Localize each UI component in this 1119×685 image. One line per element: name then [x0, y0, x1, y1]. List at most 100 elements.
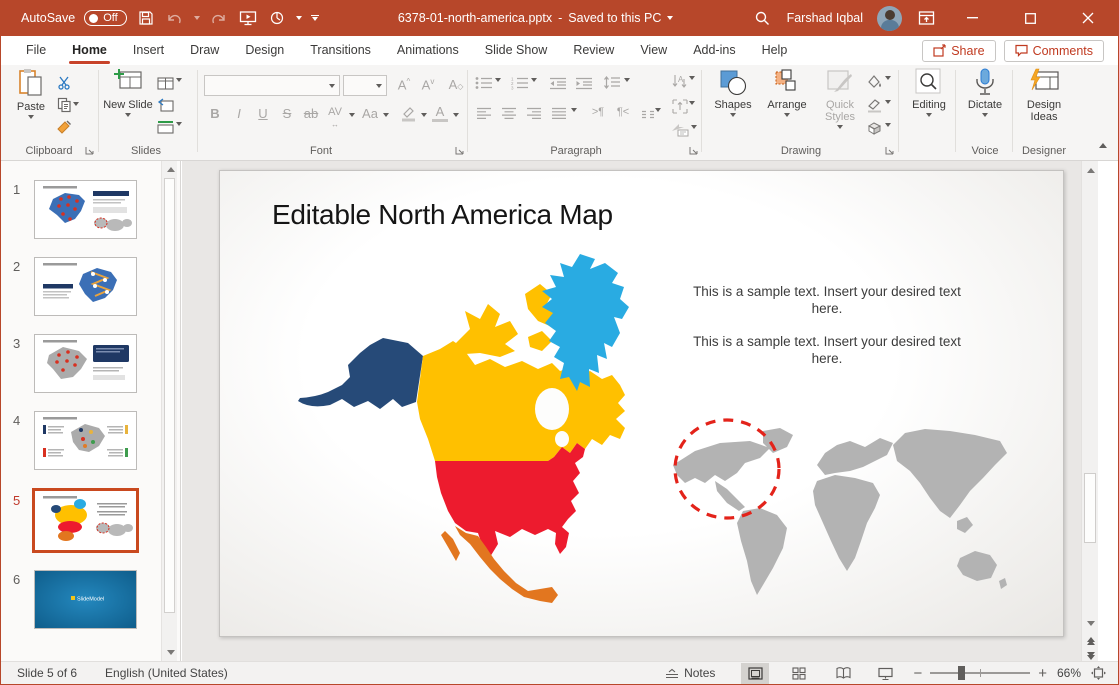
- quick-styles-button[interactable]: Quick Styles: [817, 68, 863, 129]
- search-icon[interactable]: [753, 8, 773, 28]
- tab-add-ins[interactable]: Add-ins: [680, 37, 748, 64]
- undo-icon[interactable]: [165, 8, 185, 28]
- tab-insert[interactable]: Insert: [120, 37, 177, 64]
- section-dropdown-icon[interactable]: [176, 122, 182, 126]
- slide-layout-icon[interactable]: [154, 73, 176, 93]
- design-ideas-button[interactable]: Design Ideas: [1017, 68, 1071, 123]
- font-color-dropdown-icon[interactable]: [453, 113, 459, 117]
- italic-button[interactable]: I: [228, 106, 250, 121]
- font-size-combo[interactable]: [343, 75, 387, 96]
- notes-button[interactable]: Notes: [665, 666, 715, 680]
- sample-text-2[interactable]: This is a sample text. Insert your desir…: [687, 333, 967, 367]
- clear-formatting-button[interactable]: A◇: [445, 77, 467, 92]
- format-painter-icon[interactable]: [53, 117, 75, 137]
- justify-icon[interactable]: [548, 103, 570, 123]
- world-map[interactable]: [665, 417, 1010, 607]
- columns-dropdown-icon[interactable]: [655, 108, 661, 112]
- layout-dropdown-icon[interactable]: [176, 78, 182, 82]
- scrollbar-thumb[interactable]: [1084, 473, 1096, 543]
- bullets-icon[interactable]: [473, 73, 495, 93]
- map-baja-california[interactable]: [441, 531, 460, 561]
- slide-title[interactable]: Editable North America Map: [272, 199, 613, 231]
- align-text-dropdown-icon[interactable]: [689, 101, 695, 105]
- paste-button[interactable]: Paste: [11, 68, 51, 119]
- tab-transitions[interactable]: Transitions: [297, 37, 384, 64]
- rtl-direction-button[interactable]: ¶<: [612, 106, 634, 118]
- zoom-slider-thumb[interactable]: [958, 666, 965, 680]
- map-alaska[interactable]: [298, 338, 423, 409]
- font-color-button[interactable]: A: [429, 104, 451, 122]
- convert-smartart-icon[interactable]: [669, 120, 691, 140]
- underline-button[interactable]: U: [252, 106, 274, 121]
- save-icon[interactable]: [136, 8, 156, 28]
- copy-dropdown-icon[interactable]: [73, 102, 79, 106]
- editing-button[interactable]: Editing: [905, 68, 953, 117]
- text-direction-dropdown-icon[interactable]: [689, 76, 695, 80]
- font-dialog-launcher[interactable]: [455, 146, 465, 156]
- save-status-dropdown-icon[interactable]: [667, 16, 673, 20]
- tab-draw[interactable]: Draw: [177, 37, 232, 64]
- collapse-ribbon-icon[interactable]: [1099, 143, 1107, 148]
- text-direction-icon[interactable]: A: [669, 71, 691, 91]
- normal-view-button[interactable]: [741, 663, 769, 684]
- slide-vertical-scrollbar[interactable]: [1081, 161, 1098, 661]
- shadow-strike-button[interactable]: S: [276, 106, 298, 121]
- scroll-up-icon[interactable]: [1087, 168, 1095, 173]
- scroll-up-icon[interactable]: [167, 167, 175, 172]
- reading-view-button[interactable]: [829, 663, 857, 684]
- shape-effects-dropdown-icon[interactable]: [885, 123, 891, 127]
- font-name-combo[interactable]: [204, 75, 340, 96]
- previous-slide-button[interactable]: [1082, 633, 1099, 648]
- change-case-button[interactable]: Aa: [359, 106, 381, 121]
- minimize-button[interactable]: [950, 0, 994, 36]
- map-mexico[interactable]: [455, 526, 558, 603]
- zoom-slider[interactable]: [930, 672, 1030, 674]
- language-indicator[interactable]: English (United States): [105, 666, 228, 680]
- cut-icon[interactable]: [53, 73, 75, 93]
- bold-button[interactable]: B: [204, 106, 226, 121]
- strikethrough-button[interactable]: ab: [300, 106, 322, 121]
- close-button[interactable]: [1066, 0, 1110, 36]
- ribbon-display-options-icon[interactable]: [916, 8, 936, 28]
- tab-review[interactable]: Review: [560, 37, 627, 64]
- zoom-in-button[interactable]: +: [1038, 665, 1047, 682]
- grow-font-button[interactable]: A^: [393, 77, 415, 92]
- slide-indicator[interactable]: Slide 5 of 6: [17, 666, 77, 680]
- align-right-icon[interactable]: [523, 103, 545, 123]
- reset-slide-icon[interactable]: [154, 95, 176, 115]
- redo-icon[interactable]: [209, 8, 229, 28]
- fit-slide-to-window-button[interactable]: [1091, 666, 1106, 680]
- map-canada-island-4[interactable]: [528, 331, 552, 351]
- line-spacing-icon[interactable]: [601, 73, 623, 93]
- copy-icon[interactable]: [53, 95, 75, 115]
- align-text-icon[interactable]: [669, 96, 691, 116]
- tab-file[interactable]: File: [13, 37, 59, 64]
- new-slide-button[interactable]: New Slide: [105, 68, 151, 117]
- align-left-icon[interactable]: [473, 103, 495, 123]
- slide-show-button[interactable]: [871, 663, 899, 684]
- save-status[interactable]: Saved to this PC: [568, 11, 661, 25]
- map-canada-arctic-islands[interactable]: [455, 304, 518, 357]
- tab-slide-show[interactable]: Slide Show: [472, 37, 561, 64]
- thumbnail-panel-scrollbar[interactable]: [161, 161, 177, 661]
- shrink-font-button[interactable]: Av: [417, 77, 439, 92]
- zoom-level[interactable]: 66%: [1057, 666, 1081, 680]
- numbering-dropdown-icon[interactable]: [531, 78, 537, 82]
- shapes-button[interactable]: Shapes: [709, 68, 757, 117]
- share-button[interactable]: Share: [922, 40, 995, 62]
- numbering-icon[interactable]: 123: [509, 73, 531, 93]
- change-case-dropdown-icon[interactable]: [383, 113, 389, 117]
- shape-outline-icon[interactable]: [863, 95, 885, 115]
- character-spacing-dropdown-icon[interactable]: [349, 113, 355, 117]
- touch-mode-dropdown-icon[interactable]: [296, 16, 302, 20]
- justify-dropdown-icon[interactable]: [571, 108, 577, 112]
- customize-qat-icon[interactable]: [311, 15, 319, 22]
- drawing-dialog-launcher[interactable]: [885, 146, 895, 156]
- shape-effects-icon[interactable]: [863, 118, 885, 138]
- tab-view[interactable]: View: [627, 37, 680, 64]
- line-spacing-dropdown-icon[interactable]: [624, 78, 630, 82]
- highlight-dropdown-icon[interactable]: [421, 113, 427, 117]
- avatar[interactable]: [877, 6, 902, 31]
- clipboard-dialog-launcher[interactable]: [85, 146, 95, 156]
- comments-button[interactable]: Comments: [1004, 40, 1104, 62]
